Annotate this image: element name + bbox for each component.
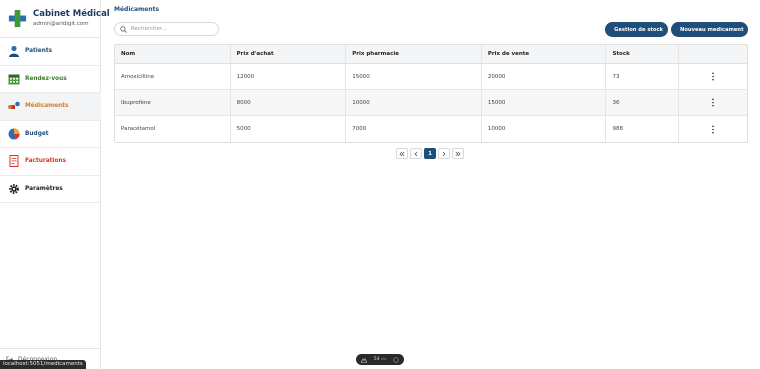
column-header-prix-vente[interactable]: Prix de vente bbox=[482, 45, 607, 63]
sidebar-item-facturations[interactable]: Facturations bbox=[0, 148, 101, 176]
last-page-button[interactable] bbox=[452, 148, 464, 159]
row-actions bbox=[679, 116, 747, 142]
toolbar-value: 54 ms bbox=[373, 357, 387, 362]
stock-management-button[interactable]: Gestion de stock bbox=[605, 22, 668, 37]
cell-stock: 36 bbox=[606, 90, 680, 115]
table-header: Nom Prix d'achat Prix pharmacie Prix de … bbox=[115, 45, 747, 64]
table-row[interactable]: Ibuprofène 8000 10000 15000 36 bbox=[115, 90, 747, 116]
invoice-icon bbox=[9, 155, 19, 168]
sidebar-item-parametres[interactable]: Paramètres bbox=[0, 176, 101, 203]
cell-stock: 988 bbox=[606, 116, 680, 142]
app-root: Cabinet Médical admin@arldigit.com Patie… bbox=[0, 0, 760, 369]
new-medicament-button[interactable]: Nouveau medicament bbox=[671, 22, 748, 37]
row-actions bbox=[679, 90, 747, 115]
cell-prix-achat: 5000 bbox=[231, 116, 347, 142]
gear-icon bbox=[9, 183, 19, 194]
mountain-icon bbox=[361, 357, 367, 363]
next-page-button[interactable] bbox=[438, 148, 450, 159]
more-vertical-icon[interactable] bbox=[711, 125, 715, 134]
sidebar-item-patients[interactable]: Patients bbox=[0, 38, 101, 66]
floating-dev-toolbar[interactable]: 54 ms bbox=[356, 354, 404, 365]
pagination: 1 bbox=[396, 148, 464, 159]
chevron-right-icon bbox=[442, 151, 446, 156]
column-header-stock[interactable]: Stock bbox=[606, 45, 680, 63]
prev-page-button[interactable] bbox=[410, 148, 422, 159]
cell-stock: 73 bbox=[606, 64, 680, 89]
sidebar-item-medicaments[interactable]: Médicaments bbox=[0, 93, 101, 121]
settings-circle-icon bbox=[393, 356, 399, 363]
cell-prix-pharmacie: 7000 bbox=[346, 116, 482, 142]
page-button-current[interactable]: 1 bbox=[424, 148, 436, 159]
first-page-button[interactable] bbox=[396, 148, 408, 159]
column-header-prix-achat[interactable]: Prix d'achat bbox=[231, 45, 347, 63]
page-title: Médicaments bbox=[114, 6, 160, 13]
cell-prix-vente: 20000 bbox=[482, 64, 607, 89]
sidebar-item-label: Facturations bbox=[25, 158, 66, 165]
cell-nom: Ibuprofène bbox=[115, 90, 231, 115]
table-row[interactable]: Paracétamol 5000 7000 10000 988 bbox=[115, 116, 747, 142]
medical-cross-logo-icon bbox=[8, 9, 27, 28]
sidebar-item-budget[interactable]: Budget bbox=[0, 121, 101, 148]
search-input[interactable] bbox=[131, 26, 211, 32]
table-row[interactable]: Amoxicilline 12000 15000 20000 73 bbox=[115, 64, 747, 90]
chevron-left-icon bbox=[414, 151, 418, 156]
cell-prix-vente: 15000 bbox=[482, 90, 607, 115]
more-vertical-icon[interactable] bbox=[711, 72, 715, 81]
medicine-icon bbox=[8, 101, 20, 110]
brand-title: Cabinet Médical bbox=[33, 9, 110, 19]
search-box bbox=[114, 22, 219, 36]
sidebar-item-label: Médicaments bbox=[25, 103, 69, 110]
calendar-icon bbox=[8, 74, 20, 85]
status-bar-url: localhost:5051/medicaments bbox=[0, 360, 86, 369]
sidebar: Cabinet Médical admin@arldigit.com Patie… bbox=[0, 0, 110, 369]
sidebar-item-rendez-vous[interactable]: Rendez-vous bbox=[0, 66, 101, 93]
cell-prix-vente: 10000 bbox=[482, 116, 607, 142]
cell-nom: Paracétamol bbox=[115, 116, 231, 142]
column-header-actions bbox=[679, 45, 747, 63]
cell-prix-pharmacie: 15000 bbox=[346, 64, 482, 89]
budget-icon bbox=[8, 128, 20, 140]
patients-icon bbox=[9, 46, 19, 58]
cell-prix-achat: 12000 bbox=[231, 64, 347, 89]
sidebar-item-label: Rendez-vous bbox=[25, 75, 67, 82]
double-chevron-right-icon bbox=[455, 151, 461, 156]
search-icon bbox=[120, 25, 127, 33]
sidebar-item-label: Paramètres bbox=[25, 185, 63, 192]
stock-button-label: Gestion de stock bbox=[614, 26, 663, 33]
sidebar-item-label: Patients bbox=[25, 48, 53, 55]
double-chevron-left-icon bbox=[399, 151, 405, 156]
sidebar-nav: Patients Rendez-vous Médicaments Budget … bbox=[0, 38, 101, 203]
column-header-nom[interactable]: Nom bbox=[115, 45, 231, 63]
brand-email: admin@arldigit.com bbox=[33, 21, 89, 27]
column-header-prix-pharmacie[interactable]: Prix pharmacie bbox=[346, 45, 482, 63]
cell-nom: Amoxicilline bbox=[115, 64, 231, 89]
medicaments-table: Nom Prix d'achat Prix pharmacie Prix de … bbox=[114, 44, 748, 143]
row-actions bbox=[679, 64, 747, 89]
brand: Cabinet Médical admin@arldigit.com bbox=[0, 0, 110, 38]
cell-prix-achat: 8000 bbox=[231, 90, 347, 115]
sidebar-item-label: Budget bbox=[25, 130, 49, 137]
cell-prix-pharmacie: 10000 bbox=[346, 90, 482, 115]
new-button-label: Nouveau medicament bbox=[680, 26, 744, 33]
more-vertical-icon[interactable] bbox=[711, 98, 715, 107]
